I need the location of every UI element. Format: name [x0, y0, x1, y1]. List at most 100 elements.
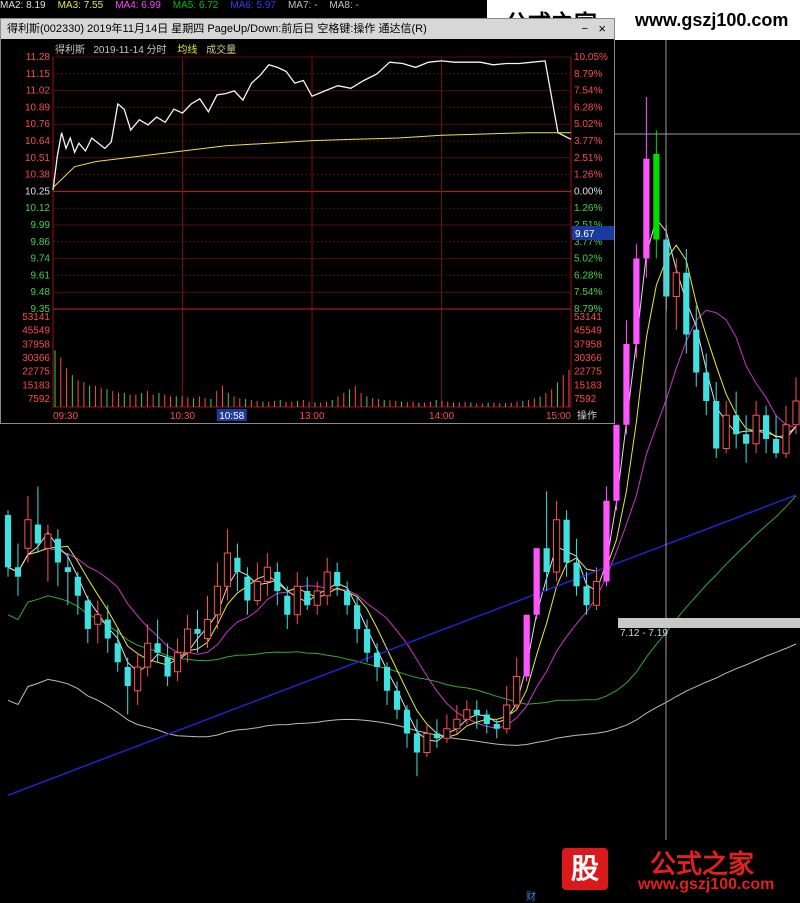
candle-body — [313, 590, 321, 606]
candle-body — [613, 424, 620, 501]
time-tick: 15:00 — [546, 411, 571, 422]
intraday-header: 得利斯 2019-11-14 分时 均线 成交量 — [55, 41, 236, 56]
candle-body — [693, 329, 700, 373]
ma-line-blue — [7, 494, 797, 797]
pct-tick: 7.54% — [574, 86, 602, 97]
candle-body — [453, 718, 461, 730]
candle-body — [253, 581, 261, 601]
pct-tick: 7.54% — [574, 287, 602, 298]
price-tick: 9.48 — [31, 287, 51, 298]
candle-body — [493, 724, 500, 729]
candle-body — [34, 524, 42, 544]
price-tick: 10.38 — [25, 170, 50, 181]
ma-label-8: MA8: - — [329, 0, 359, 11]
price-tick: 9.74 — [31, 254, 51, 265]
candle-body — [284, 595, 291, 615]
ma-label-2: MA2: 8.19 — [0, 0, 46, 11]
watermark-top-url: www.gszj100.com — [635, 10, 789, 30]
price-tick: 10.76 — [25, 119, 50, 130]
price-tick: 11.28 — [26, 52, 51, 63]
candle-body — [223, 552, 232, 587]
candle-body — [54, 538, 61, 563]
candle-body — [752, 414, 760, 445]
intraday-chart[interactable]: 11.28 10.05% 11.15 8.79% 11.02 7.54% 10.89 6.28… — [1, 19, 614, 423]
candle-body — [643, 158, 650, 259]
candle-body — [463, 709, 471, 720]
candle-body — [513, 676, 521, 706]
price-tick: 9.99 — [31, 220, 51, 231]
candle-body — [334, 572, 341, 587]
candle-body — [323, 571, 331, 597]
price-tick: 9.86 — [31, 237, 51, 248]
candle-body — [74, 576, 81, 596]
candle-body — [433, 733, 441, 739]
candle-body — [403, 709, 411, 734]
avg-legend: 均线 — [177, 45, 198, 56]
volume-tick: 15183 — [22, 380, 50, 391]
candle-body — [703, 372, 710, 401]
intraday-popup[interactable]: 得利斯(002330) 2019年11月14日 星期四 PageUp/Down:… — [0, 18, 615, 424]
candle-body — [263, 566, 271, 582]
pct-tick: 3.77% — [574, 136, 602, 147]
ma-label-4: MA4: 6.99 — [115, 0, 161, 11]
candle-body — [563, 519, 570, 563]
candle-body — [94, 614, 102, 625]
candle-body — [583, 586, 590, 606]
volume-tick-right: 53141 — [574, 312, 602, 323]
candle-body — [672, 272, 680, 297]
volume-tick: 53141 — [22, 312, 50, 323]
volume-tick: 7592 — [28, 394, 51, 405]
volume-tick: 22775 — [22, 367, 50, 378]
candle-body — [363, 629, 371, 653]
candle-body — [134, 666, 142, 692]
pct-tick: 6.28% — [574, 102, 602, 113]
candle-body — [154, 643, 161, 653]
candle-body — [44, 533, 52, 549]
price-range-label: 7.12 - 7.19 — [620, 628, 668, 639]
candle-body — [782, 424, 790, 454]
price-tick: 11.02 — [26, 86, 51, 97]
candle-body — [383, 667, 391, 691]
candle-body — [722, 414, 730, 449]
candle-body — [4, 515, 12, 568]
ma-label-6: MA6: 5.97 — [230, 0, 276, 11]
candle-body — [114, 643, 121, 663]
candle-body — [443, 728, 451, 739]
time-tick: 10:30 — [170, 411, 195, 422]
candle-body — [683, 272, 690, 335]
watermark-bottom: 股 公式之家 www.gszj100.com — [558, 840, 800, 900]
watermark-bottom-url: www.gszj100.com — [638, 876, 775, 893]
volume-tick-right: 45549 — [574, 326, 602, 337]
price-tick: 10.51 — [25, 153, 50, 164]
candle-body — [713, 401, 720, 449]
price-tick: 10.64 — [25, 136, 50, 147]
candle-body — [194, 629, 201, 634]
price-range-bar — [618, 618, 800, 628]
candle-body — [24, 519, 32, 549]
candle-body — [523, 614, 530, 677]
logo-icon: 股 — [562, 848, 608, 890]
candle-body — [592, 581, 601, 606]
pct-tick: 5.02% — [574, 119, 602, 130]
candle-body — [84, 600, 91, 629]
candle-body — [144, 642, 152, 668]
pct-tick: 6.28% — [574, 270, 602, 281]
candle-body — [274, 572, 281, 591]
time-tick: 14:00 — [429, 411, 454, 422]
ma-label-3: MA3: 7.55 — [57, 0, 104, 11]
volume-tick-right: 15183 — [574, 380, 602, 391]
price-tick: 10.25 — [25, 186, 50, 197]
candle-body — [543, 548, 550, 572]
candle-body — [164, 657, 171, 677]
candle-body — [354, 605, 361, 629]
candle-body — [533, 548, 540, 615]
cursor-time-label: 10:58 — [219, 411, 244, 422]
pct-tick: 1.26% — [574, 203, 602, 214]
ma-label-5: MA5: 6.72 — [172, 0, 219, 11]
price-tick: 11.15 — [26, 69, 51, 80]
candle-body — [344, 591, 351, 606]
candle-body — [792, 400, 800, 426]
candle-body — [772, 439, 780, 454]
stock-name: 得利斯 — [55, 45, 85, 56]
candle-body — [244, 576, 251, 601]
